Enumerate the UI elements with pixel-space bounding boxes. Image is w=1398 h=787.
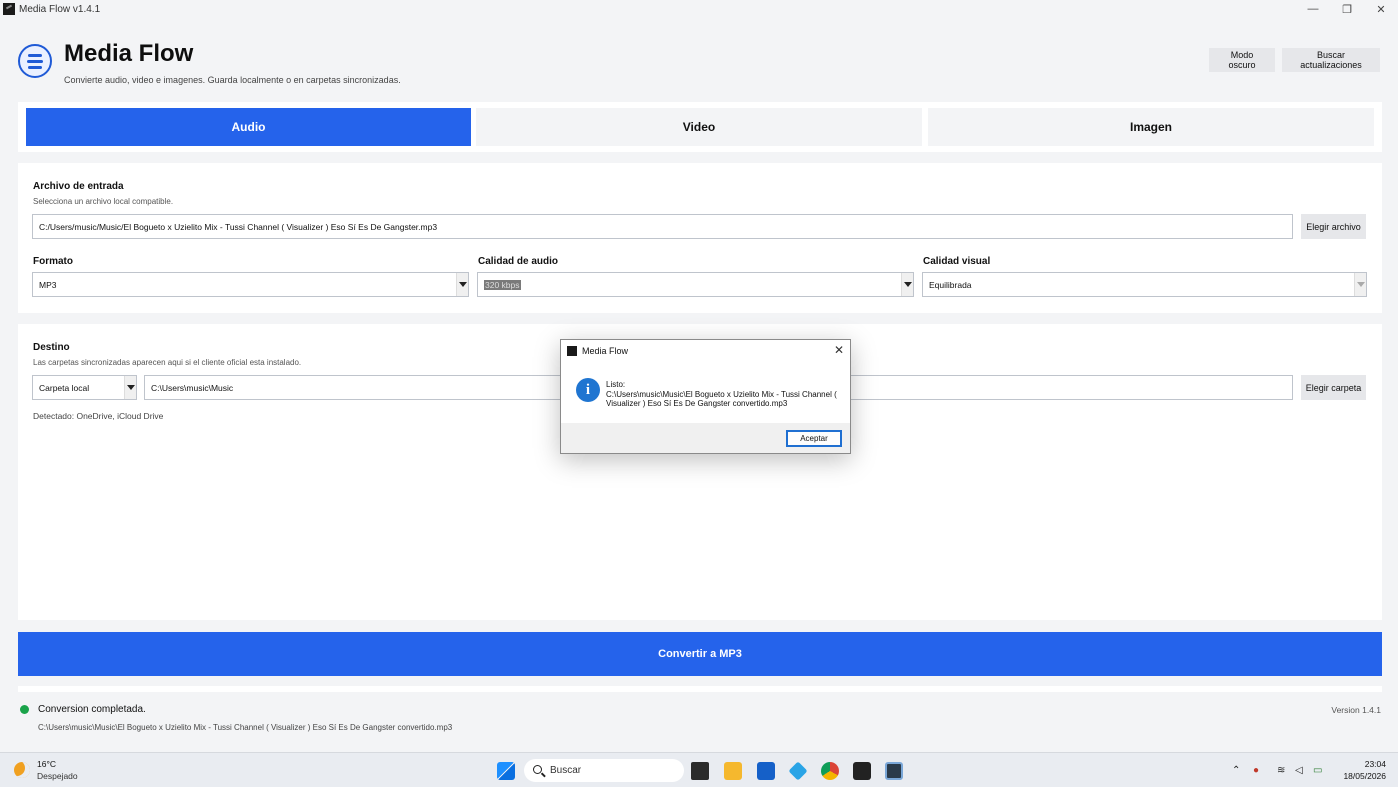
choose-folder-button[interactable]: Elegir carpeta <box>1301 375 1366 400</box>
destination-label: Destino <box>33 342 70 353</box>
input-label: Archivo de entrada <box>33 181 124 192</box>
kodi-icon[interactable] <box>788 761 808 781</box>
start-icon[interactable] <box>497 762 515 780</box>
volume-icon[interactable]: ◁ <box>1295 765 1303 776</box>
battery-icon[interactable]: ▭ <box>1313 765 1322 776</box>
logo-icon <box>18 44 52 78</box>
chevron-down-icon <box>456 273 468 296</box>
chevron-down-icon <box>1354 273 1366 296</box>
dialog-body: i Listo: C:\Users\music\Music\El Bogueto… <box>561 362 850 423</box>
task-view-icon[interactable] <box>691 762 709 780</box>
search-icon <box>533 765 542 774</box>
file-explorer-icon[interactable] <box>724 762 742 780</box>
wifi-icon[interactable]: ≋ <box>1277 765 1285 776</box>
destination-type-select[interactable]: Carpeta local <box>32 375 137 400</box>
choose-file-button[interactable]: Elegir archivo <box>1301 214 1366 239</box>
status-success-icon <box>20 705 29 714</box>
window-controls: — ❐ ✕ <box>1296 0 1398 18</box>
status-divider <box>18 686 1382 692</box>
dialog-title: Media Flow <box>582 346 629 356</box>
detected-sync-folders: Detectado: OneDrive, iCloud Drive <box>33 411 164 421</box>
clock-time[interactable]: 23:04 <box>1365 759 1386 769</box>
close-icon[interactable]: ✕ <box>834 343 844 357</box>
audio-quality-select[interactable]: 320 kbps <box>477 272 914 297</box>
app-header: Media Flow Convierte audio, video e imag… <box>0 18 1398 102</box>
dialog-titlebar: Media Flow ✕ <box>561 340 850 362</box>
terminal-icon[interactable] <box>853 762 871 780</box>
app-icon <box>567 346 577 356</box>
format-value: MP3 <box>39 279 57 290</box>
completion-dialog: Media Flow ✕ i Listo: C:\Users\music\Mus… <box>560 339 851 454</box>
minimize-button[interactable]: — <box>1296 0 1330 18</box>
weather-description[interactable]: Despejado <box>37 771 78 781</box>
destination-hint: Las carpetas sincronizadas aparecen aqui… <box>33 358 302 367</box>
info-icon: i <box>576 378 600 402</box>
dialog-message-line1: Listo: <box>606 380 626 389</box>
media-type-tabs: Audio Video Imagen <box>18 102 1382 152</box>
chrome-icon[interactable] <box>821 762 839 780</box>
visual-quality-label: Calidad visual <box>923 256 991 267</box>
search-placeholder: Buscar <box>550 765 582 776</box>
dialog-message-line2: C:\Users\music\Music\El Bogueto x Uzieli… <box>606 389 837 409</box>
tab-video[interactable]: Video <box>476 108 922 146</box>
window-titlebar: Media Flow v1.4.1 — ❐ ✕ <box>0 0 1398 18</box>
input-path-field[interactable]: C:/Users/music/Music/El Bogueto x Uzieli… <box>32 214 1293 239</box>
format-label: Formato <box>33 256 73 267</box>
tab-audio[interactable]: Audio <box>26 108 471 146</box>
tab-imagen[interactable]: Imagen <box>928 108 1374 146</box>
convert-button[interactable]: Convertir a MP3 <box>18 632 1382 676</box>
chevron-up-icon[interactable]: ⌃ <box>1232 765 1240 776</box>
chevron-down-icon <box>901 273 913 296</box>
status-text: Conversion completada. <box>38 704 146 715</box>
close-window-button[interactable]: ✕ <box>1364 0 1398 18</box>
input-panel: Archivo de entrada Selecciona un archivo… <box>18 163 1382 313</box>
window-title: Media Flow v1.4.1 <box>19 3 101 15</box>
destination-type-value: Carpeta local <box>39 382 90 393</box>
app-title: Media Flow <box>64 40 194 67</box>
media-flow-taskbar-icon[interactable] <box>885 762 903 780</box>
moon-icon[interactable] <box>14 762 30 778</box>
version-label: Version 1.4.1 <box>1331 705 1381 715</box>
status-output-path: C:\Users\music\Music\El Bogueto x Uzieli… <box>38 723 453 732</box>
input-hint: Selecciona un archivo local compatible. <box>33 197 174 206</box>
check-updates-button[interactable]: Buscar actualizaciones <box>1282 48 1380 72</box>
chevron-down-icon <box>124 376 136 399</box>
dialog-message: Listo: C:\Users\music\Music\El Bogueto x… <box>606 380 841 409</box>
ok-button[interactable]: Aceptar <box>786 430 842 447</box>
dark-mode-button[interactable]: Modo oscuro <box>1209 48 1275 72</box>
visual-quality-select[interactable]: Equilibrada <box>922 272 1367 297</box>
format-select[interactable]: MP3 <box>32 272 469 297</box>
maximize-button[interactable]: ❐ <box>1330 0 1364 18</box>
visual-quality-value: Equilibrada <box>929 279 972 290</box>
store-icon[interactable] <box>757 762 775 780</box>
antivirus-icon[interactable]: ● <box>1253 765 1259 776</box>
weather-temperature[interactable]: 16°C <box>37 759 56 769</box>
audio-quality-value: 320 kbps <box>484 279 521 290</box>
clock-date[interactable]: 18/05/2026 <box>1343 771 1386 781</box>
app-subtitle: Convierte audio, video e imagenes. Guard… <box>64 75 401 85</box>
audio-quality-label: Calidad de audio <box>478 256 559 267</box>
taskbar-search[interactable]: Buscar <box>524 759 684 782</box>
windows-taskbar: 16°C Despejado Buscar ⌃ ● ≋ ◁ ▭ 23:04 18… <box>0 752 1398 787</box>
app-icon <box>3 3 15 15</box>
